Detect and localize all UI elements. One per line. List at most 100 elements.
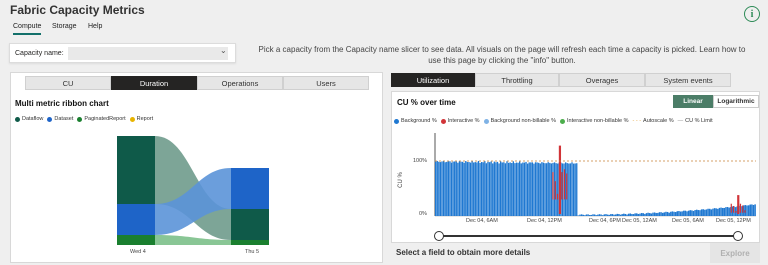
cu-bar-background (623, 213, 625, 216)
cu-bar-background (435, 161, 437, 216)
cu-bar-interactive (563, 169, 566, 200)
cu-bar-background (589, 214, 591, 216)
cu-bar-background (595, 215, 597, 216)
cu-bar-background (542, 162, 545, 216)
cu-bar-background (726, 207, 729, 216)
cu-bar-interactive (739, 203, 742, 213)
tab-overages[interactable]: Overages (559, 73, 645, 87)
cu-bar-background (707, 208, 709, 216)
cu-bar-background (653, 212, 656, 216)
cu-bar-background (590, 214, 593, 216)
cu-bar-background (699, 210, 701, 216)
cu-bar-background (585, 214, 588, 216)
menu-compute[interactable]: Compute (13, 23, 41, 30)
cu-bar-background (694, 210, 696, 216)
ribbon-x-label-thu: Thu 5 (245, 249, 260, 255)
cu-bar-background (517, 162, 519, 216)
cu-bar-background (593, 214, 596, 216)
cu-bar-background (681, 211, 683, 216)
capacity-value[interactable] (68, 47, 228, 60)
x-tick-dec05-6am: Dec 05, 6AM (672, 218, 704, 224)
cu-bar-background (692, 210, 695, 216)
cu-bar-background (533, 163, 535, 216)
cu-bar-background (539, 163, 541, 216)
cu-bar-background (536, 162, 538, 216)
cu-bar-background (463, 162, 465, 216)
tab-system-events[interactable]: System events (645, 73, 731, 87)
cu-bar-background (545, 163, 548, 216)
cu-bar-background (474, 162, 476, 216)
cu-bar-background (501, 162, 503, 216)
ribbon-chart (117, 136, 269, 245)
x-tick-dec04-6am: Dec 04, 6AM (466, 218, 498, 224)
cu-bar-background (747, 205, 750, 216)
cu-bar-background (512, 161, 515, 216)
cu-bar-interactive (554, 181, 556, 200)
x-tick-dec05-12am: Dec 05, 12AM (622, 218, 657, 224)
menu-help[interactable]: Help (88, 23, 102, 30)
cu-bar-background (576, 163, 578, 216)
cu-bar-background (598, 214, 601, 216)
cu-bar-background (488, 162, 491, 216)
cu-bar-background (728, 207, 730, 216)
cu-bar-background (454, 161, 456, 216)
cu-bar-background (571, 162, 573, 216)
cu-bar-interactive (561, 172, 563, 200)
cu-bar-background (538, 162, 540, 216)
cu-bar-background (476, 162, 478, 216)
cu-bar-background (657, 212, 659, 216)
x-tick-dec04-12pm: Dec 04, 12PM (527, 218, 562, 224)
cu-bar-background (469, 162, 472, 216)
cu-bar-background (514, 163, 516, 216)
cu-bar-background (441, 161, 443, 216)
cu-bar-background (460, 161, 462, 216)
cu-bar-background (642, 213, 644, 216)
capacity-label: Capacity name: (15, 50, 64, 57)
cu-bar-background (670, 211, 672, 216)
cu-bar-background (579, 214, 581, 216)
cu-bar-background (449, 161, 451, 216)
cu-bar-background (601, 215, 604, 216)
cu-bar-background (712, 208, 714, 216)
cu-bar-background (673, 211, 675, 216)
cu-bar-background (668, 212, 670, 216)
cu-bar-background (580, 214, 583, 216)
cu-bar-background (671, 211, 674, 216)
cu-bar-background (708, 208, 711, 216)
info-icon[interactable]: i (744, 6, 760, 22)
cu-bar-background (569, 163, 572, 216)
cu-bar-background (493, 161, 495, 216)
cu-bar-background (522, 162, 524, 216)
cu-bar-background (520, 163, 522, 216)
cu-bar-background (525, 161, 527, 216)
cu-bar-background (577, 215, 580, 216)
cu-bar-background (485, 163, 488, 216)
cu-bar-background (603, 214, 606, 216)
cu-bar-background (749, 204, 751, 216)
cu-bar-background (572, 163, 575, 216)
cu-bar-background (746, 205, 748, 216)
cu-bar-background (541, 162, 543, 216)
tab-utilization[interactable]: Utilization (391, 73, 475, 87)
hint-text: Pick a capacity from the Capacity name s… (258, 45, 746, 65)
chevron-down-icon[interactable]: ⌄ (220, 46, 227, 55)
cu-bar-background (568, 163, 570, 216)
cu-bar-background (700, 209, 703, 216)
cu-bar-background (717, 208, 719, 216)
capacity-slicer[interactable]: Capacity name: ⌄ (9, 43, 236, 63)
cu-bar-background (608, 214, 610, 216)
cu-bar-background (624, 213, 627, 216)
time-slider-start-handle[interactable] (434, 231, 444, 241)
cu-bar-background (660, 212, 662, 216)
cu-bar-background (639, 213, 641, 216)
cu-bar-background (446, 161, 448, 216)
explore-button[interactable]: Explore (710, 243, 760, 263)
menu-storage[interactable]: Storage (52, 23, 77, 30)
cu-bar-background (640, 213, 643, 216)
time-slider-track[interactable] (439, 235, 738, 237)
cu-bar-interactive (556, 193, 559, 200)
tab-throttling[interactable]: Throttling (475, 73, 559, 87)
ribbon-bar-thu-dataset (231, 168, 269, 209)
cu-bar-interactive (744, 210, 746, 213)
time-slider-end-handle[interactable] (733, 231, 743, 241)
